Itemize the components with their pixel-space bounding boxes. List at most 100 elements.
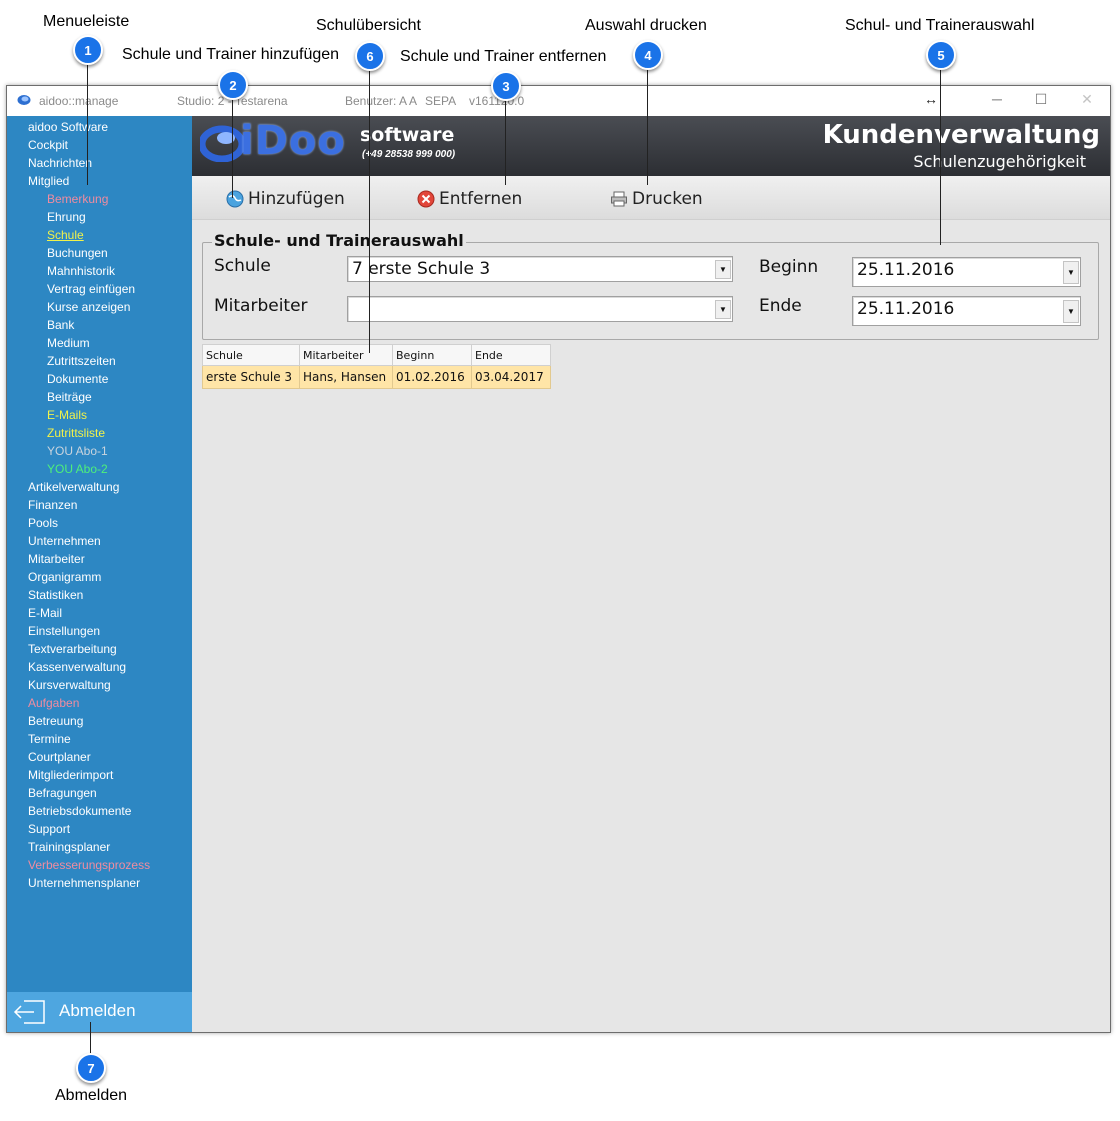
sidebar-item-bemerkung[interactable]: Bemerkung xyxy=(7,190,192,208)
callout-badge-1: 1 xyxy=(73,35,103,65)
sidebar-item-nachrichten[interactable]: Nachrichten xyxy=(7,154,192,172)
sidebar-item-schule[interactable]: Schule xyxy=(7,226,192,244)
sidebar-item-kassenverwaltung[interactable]: Kassenverwaltung xyxy=(7,658,192,676)
sidebar-item-e-mail[interactable]: E-Mail xyxy=(7,604,192,622)
sidebar-item-cockpit[interactable]: Cockpit xyxy=(7,136,192,154)
logout-label: Abmelden xyxy=(59,1001,136,1020)
column-header[interactable]: Mitarbeiter xyxy=(299,344,393,366)
sidebar-item-you-abo-2[interactable]: YOU Abo-2 xyxy=(7,460,192,478)
sidebar-item-unternehmensplaner[interactable]: Unternehmensplaner xyxy=(7,874,192,892)
callout-label-drucken: Auswahl drucken xyxy=(585,17,707,34)
sidebar-item-medium[interactable]: Medium xyxy=(7,334,192,352)
sidebar-item-mahnhistorik[interactable]: Mahnhistorik xyxy=(7,262,192,280)
sidebar-item-you-abo-1[interactable]: YOU Abo-1 xyxy=(7,442,192,460)
begin-date-picker[interactable]: 25.11.2016 ▼ xyxy=(852,257,1081,287)
callout-label-entfernen: Schule und Trainer entfernen xyxy=(400,48,607,65)
begin-label: Beginn xyxy=(759,257,819,277)
remove-button[interactable]: Entfernen xyxy=(417,188,522,210)
begin-date-value: 25.11.2016 xyxy=(857,260,955,280)
sidebar-item-aufgaben[interactable]: Aufgaben xyxy=(7,694,192,712)
sidebar-item-support[interactable]: Support xyxy=(7,820,192,838)
callout-leader-4 xyxy=(647,68,648,185)
sidebar-item-trainingsplaner[interactable]: Trainingsplaner xyxy=(7,838,192,856)
sidebar-item-courtplaner[interactable]: Courtplaner xyxy=(7,748,192,766)
sidebar-item-zutrittszeiten[interactable]: Zutrittszeiten xyxy=(7,352,192,370)
table-row[interactable]: erste Schule 3 Hans, Hansen 01.02.2016 0… xyxy=(202,365,551,389)
sidebar-item-betreuung[interactable]: Betreuung xyxy=(7,712,192,730)
callout-badge-3: 3 xyxy=(491,71,521,101)
sidebar-item-beiträge[interactable]: Beiträge xyxy=(7,388,192,406)
sidebar-item-bank[interactable]: Bank xyxy=(7,316,192,334)
sidebar-item-betriebsdokumente[interactable]: Betriebsdokumente xyxy=(7,802,192,820)
chevron-down-icon[interactable]: ▼ xyxy=(715,260,731,279)
sidebar-item-organigramm[interactable]: Organigramm xyxy=(7,568,192,586)
callout-leader-5 xyxy=(940,68,941,245)
sidebar-item-einstellungen[interactable]: Einstellungen xyxy=(7,622,192,640)
sidebar-item-artikelverwaltung[interactable]: Artikelverwaltung xyxy=(7,478,192,496)
print-button[interactable]: Drucken xyxy=(610,188,703,210)
column-header[interactable]: Schule xyxy=(202,344,300,366)
sidebar-item-kursverwaltung[interactable]: Kursverwaltung xyxy=(7,676,192,694)
sidebar-item-mitgliederimport[interactable]: Mitgliederimport xyxy=(7,766,192,784)
table-cell[interactable]: 03.04.2017 xyxy=(471,365,551,389)
resize-arrows-icon[interactable]: ↔ xyxy=(921,91,941,109)
maximize-icon[interactable]: ☐ xyxy=(1031,91,1051,109)
sidebar-item-dokumente[interactable]: Dokumente xyxy=(7,370,192,388)
menu-list: aidoo Software Cockpit Nachrichten Mitglied… xyxy=(7,118,192,892)
logo-phone: (+49 28538 999 000) xyxy=(362,149,456,160)
column-header[interactable]: Beginn xyxy=(392,344,472,366)
toolbar: Hinzufügen Entfernen Drucken xyxy=(192,176,1110,220)
end-date-value: 25.11.2016 xyxy=(857,299,955,319)
sidebar-item-mitglied[interactable]: Mitglied xyxy=(7,172,192,190)
selection-group-title: Schule- und Trainerauswahl xyxy=(212,231,466,250)
sidebar-item-zutrittsliste[interactable]: Zutrittsliste xyxy=(7,424,192,442)
sidebar-item-verbesserungsprozess[interactable]: Verbesserungsprozess xyxy=(7,856,192,874)
sidebar-item-e-mails[interactable]: E-Mails xyxy=(7,406,192,424)
sidebar-item-buchungen[interactable]: Buchungen xyxy=(7,244,192,262)
callout-leader-7 xyxy=(90,1022,91,1055)
callout-badge-4: 4 xyxy=(633,40,663,70)
close-icon[interactable]: ✕ xyxy=(1077,91,1097,109)
sidebar-item-befragungen[interactable]: Befragungen xyxy=(7,784,192,802)
sepa-info: SEPA xyxy=(425,94,457,108)
logout-button[interactable]: Abmelden xyxy=(7,992,192,1032)
callout-badge-2: 2 xyxy=(218,70,248,100)
school-select-value: 7 erste Schule 3 xyxy=(352,259,491,279)
sidebar-item-kurse-anzeigen[interactable]: Kurse anzeigen xyxy=(7,298,192,316)
app-title: aidoo::manage xyxy=(39,94,119,108)
staff-select[interactable]: ▼ xyxy=(347,296,733,322)
table-cell[interactable]: erste Schule 3 xyxy=(202,365,300,389)
school-select[interactable]: 7 erste Schule 3 ▼ xyxy=(347,256,733,282)
table-cell[interactable]: Hans, Hansen xyxy=(299,365,393,389)
callout-label-auswahl: Schul- und Trainerauswahl xyxy=(845,17,1035,34)
minimize-icon[interactable]: ─ xyxy=(987,91,1007,109)
sidebar-item-aidoo-software[interactable]: aidoo Software xyxy=(7,118,192,136)
remove-x-icon xyxy=(417,190,435,208)
sidebar-item-statistiken[interactable]: Statistiken xyxy=(7,586,192,604)
sidebar-item-textverarbeitung[interactable]: Textverarbeitung xyxy=(7,640,192,658)
sidebar-item-vertrag-einfügen[interactable]: Vertrag einfügen xyxy=(7,280,192,298)
sidebar-item-finanzen[interactable]: Finanzen xyxy=(7,496,192,514)
sidebar-item-ehrung[interactable]: Ehrung xyxy=(7,208,192,226)
column-header[interactable]: Ende xyxy=(471,344,551,366)
add-button[interactable]: Hinzufügen xyxy=(226,188,345,210)
sidebar-item-pools[interactable]: Pools xyxy=(7,514,192,532)
chevron-down-icon[interactable]: ▼ xyxy=(1063,300,1079,323)
remove-button-label: Entfernen xyxy=(439,189,523,209)
sidebar-item-mitarbeiter[interactable]: Mitarbeiter xyxy=(7,550,192,568)
print-button-label: Drucken xyxy=(632,189,703,209)
end-date-picker[interactable]: 25.11.2016 ▼ xyxy=(852,296,1081,326)
title-bar: aidoo::manage Studio: 2 - Testarena Benu… xyxy=(7,86,1110,116)
logo-text: iDoo xyxy=(240,118,346,164)
sidebar-item-termine[interactable]: Termine xyxy=(7,730,192,748)
callout-leader-3 xyxy=(505,99,506,185)
callout-label-menueleiste: Menueleiste xyxy=(43,13,130,30)
callout-leader-6 xyxy=(369,69,370,353)
callout-badge-7: 7 xyxy=(76,1053,106,1083)
logo-software: software xyxy=(360,124,455,146)
sidebar-item-unternehmen[interactable]: Unternehmen xyxy=(7,532,192,550)
user-info: Benutzer: A A xyxy=(345,94,418,108)
chevron-down-icon[interactable]: ▼ xyxy=(1063,261,1079,284)
table-cell[interactable]: 01.02.2016 xyxy=(392,365,472,389)
chevron-down-icon[interactable]: ▼ xyxy=(715,300,731,319)
